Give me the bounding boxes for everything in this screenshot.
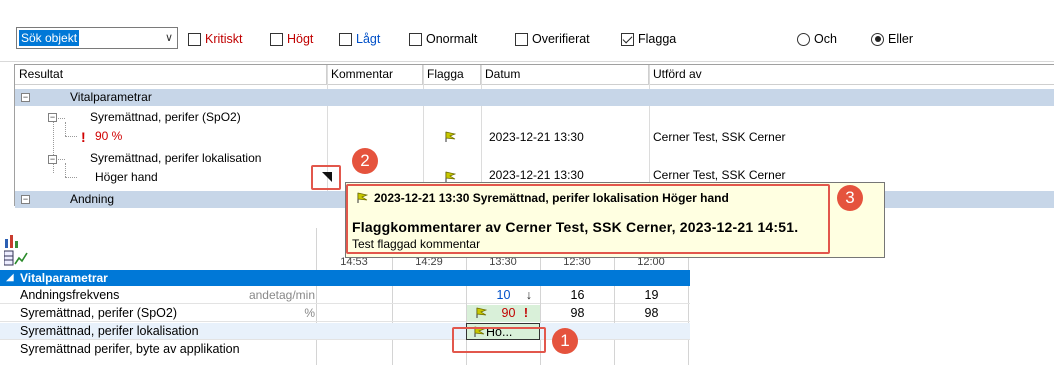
row-label: Syremättnad, perifer (SpO2) xyxy=(20,306,178,320)
critical-alert-icon: ! xyxy=(523,306,528,320)
checkbox-box[interactable] xyxy=(270,32,283,46)
group-row-vitalparametrar[interactable]: − Vitalparametrar xyxy=(15,89,1054,106)
value-cell[interactable]: 98 xyxy=(540,305,614,322)
callout-highlight-2 xyxy=(311,165,341,190)
column-header-datum[interactable]: Datum xyxy=(481,65,649,85)
column-header-utford-av[interactable]: Utförd av xyxy=(649,65,1054,85)
group-label: Vitalparametrar xyxy=(70,90,152,104)
row-label: Andningsfrekvens xyxy=(20,288,120,302)
cell-value: 10 xyxy=(496,288,511,302)
radio-eller[interactable]: Eller xyxy=(871,31,913,47)
tree-line xyxy=(65,163,66,177)
chevron-down-icon[interactable]: ∨ xyxy=(165,31,173,44)
value-cell-flagged[interactable]: 90 ! xyxy=(466,305,540,322)
radio-och[interactable]: Och xyxy=(797,31,837,47)
callout-badge-2: 2 xyxy=(352,148,378,174)
row-label: Syremättnad, perifer lokalisation xyxy=(20,324,199,338)
result-spo2-performed-by: Cerner Test, SSK Cerner xyxy=(653,130,786,144)
filter-overifierat-checkbox[interactable]: Overifierat xyxy=(515,31,590,47)
callout-badge-1: 1 xyxy=(552,328,578,354)
tree-line xyxy=(65,136,77,137)
flowsheet-row-andningsfrekvens[interactable]: Andningsfrekvens andetag/min 10 ↓ 16 19 xyxy=(0,287,690,304)
result-spo2-label[interactable]: Syremättnad, perifer (SpO2) xyxy=(90,110,241,124)
result-lokalisation-date: 2023-12-21 13:30 xyxy=(489,168,584,182)
filter-kritiskt-label: Kritiskt xyxy=(205,32,243,46)
collapse-triangle-icon[interactable]: ◢ xyxy=(6,270,14,286)
tree-line xyxy=(65,122,66,136)
row-label: Syremättnad perifer, byte av applikation xyxy=(20,342,240,356)
search-object-combobox[interactable]: Sök objekt ∨ xyxy=(16,27,178,49)
filter-overifierat-label: Overifierat xyxy=(532,32,590,46)
column-header-kommentar[interactable]: Kommentar xyxy=(327,65,423,85)
radio-eller-dot[interactable] xyxy=(871,32,884,46)
tree-line xyxy=(53,115,54,173)
radio-och-dot[interactable] xyxy=(797,32,810,46)
flowsheet-row-spo2[interactable]: Syremättnad, perifer (SpO2) % 90 ! 98 98 xyxy=(0,305,690,322)
filter-lagt-label: Lågt xyxy=(356,32,381,46)
flag-icon xyxy=(476,307,487,318)
collapse-icon[interactable]: − xyxy=(48,113,57,122)
cell-value: 90 xyxy=(501,306,516,320)
radio-eller-label: Eller xyxy=(888,32,914,46)
checkbox-box-checked[interactable] xyxy=(621,32,634,46)
radio-och-label: Och xyxy=(814,32,837,46)
callout-badge-3: 3 xyxy=(837,185,863,211)
filter-hogt-checkbox[interactable]: Högt xyxy=(270,31,313,47)
collapse-icon[interactable]: − xyxy=(48,155,57,164)
filter-hogt-label: Högt xyxy=(287,32,314,46)
result-lokalisation-label[interactable]: Syremättnad, perifer lokalisation xyxy=(90,151,261,165)
collapse-icon[interactable]: − xyxy=(21,93,30,102)
value-cell[interactable]: 19 xyxy=(614,287,688,304)
result-spo2-value[interactable]: 90 % xyxy=(95,129,122,143)
filter-onormalt-label: Onormalt xyxy=(426,32,478,46)
search-object-value: Sök objekt xyxy=(19,30,80,46)
trend-down-icon: ↓ xyxy=(525,288,532,302)
filter-onormalt-checkbox[interactable]: Onormalt xyxy=(409,31,477,47)
chart-bars-icon[interactable] xyxy=(4,233,22,249)
filter-kritiskt-checkbox[interactable]: Kritiskt xyxy=(188,31,243,47)
column-header-resultat[interactable]: Resultat xyxy=(15,65,327,85)
callout-highlight-3 xyxy=(346,184,830,254)
flowsheet-row-lokalisation[interactable]: Syremättnad, perifer lokalisation Hö... xyxy=(0,323,690,340)
checkbox-box[interactable] xyxy=(339,32,352,46)
callout-highlight-1 xyxy=(452,327,546,353)
checkbox-box[interactable] xyxy=(188,32,201,46)
filter-flagga-label: Flagga xyxy=(638,32,677,46)
tree-line xyxy=(65,177,77,178)
flowsheet-row-byte-av-applikation[interactable]: Syremättnad perifer, byte av applikation xyxy=(0,341,690,365)
value-cell[interactable]: 16 xyxy=(540,287,614,304)
flowsheet-toolbar xyxy=(4,233,34,267)
filter-flagga-checkbox[interactable]: Flagga xyxy=(621,31,676,47)
value-cell[interactable]: 98 xyxy=(614,305,688,322)
result-lokalisation-performed-by: Cerner Test, SSK Cerner xyxy=(653,168,786,182)
checkbox-box[interactable] xyxy=(409,32,422,46)
filter-lagt-checkbox[interactable]: Lågt xyxy=(339,31,380,47)
critical-alert-icon: ! xyxy=(81,129,86,145)
column-header-flagga[interactable]: Flagga xyxy=(423,65,481,85)
result-spo2-date: 2023-12-21 13:30 xyxy=(489,130,584,144)
value-cell[interactable]: 10 ↓ xyxy=(466,287,540,304)
collapse-icon[interactable]: − xyxy=(21,195,30,204)
filter-toolbar: Sök objekt ∨ Kritiskt Högt Lågt Onormalt… xyxy=(0,0,1054,62)
flag-icon[interactable] xyxy=(444,131,456,143)
result-lokalisation-value[interactable]: Höger hand xyxy=(95,170,158,184)
table-graph-icon[interactable] xyxy=(4,250,28,266)
row-unit: andetag/min xyxy=(248,288,315,302)
checkbox-box[interactable] xyxy=(515,32,528,46)
section-label: Vitalparametrar xyxy=(20,271,108,285)
group-label: Andning xyxy=(70,192,115,206)
flowsheet-section-vitalparametrar[interactable]: ◢ Vitalparametrar xyxy=(0,270,690,286)
row-unit: % xyxy=(304,306,315,320)
